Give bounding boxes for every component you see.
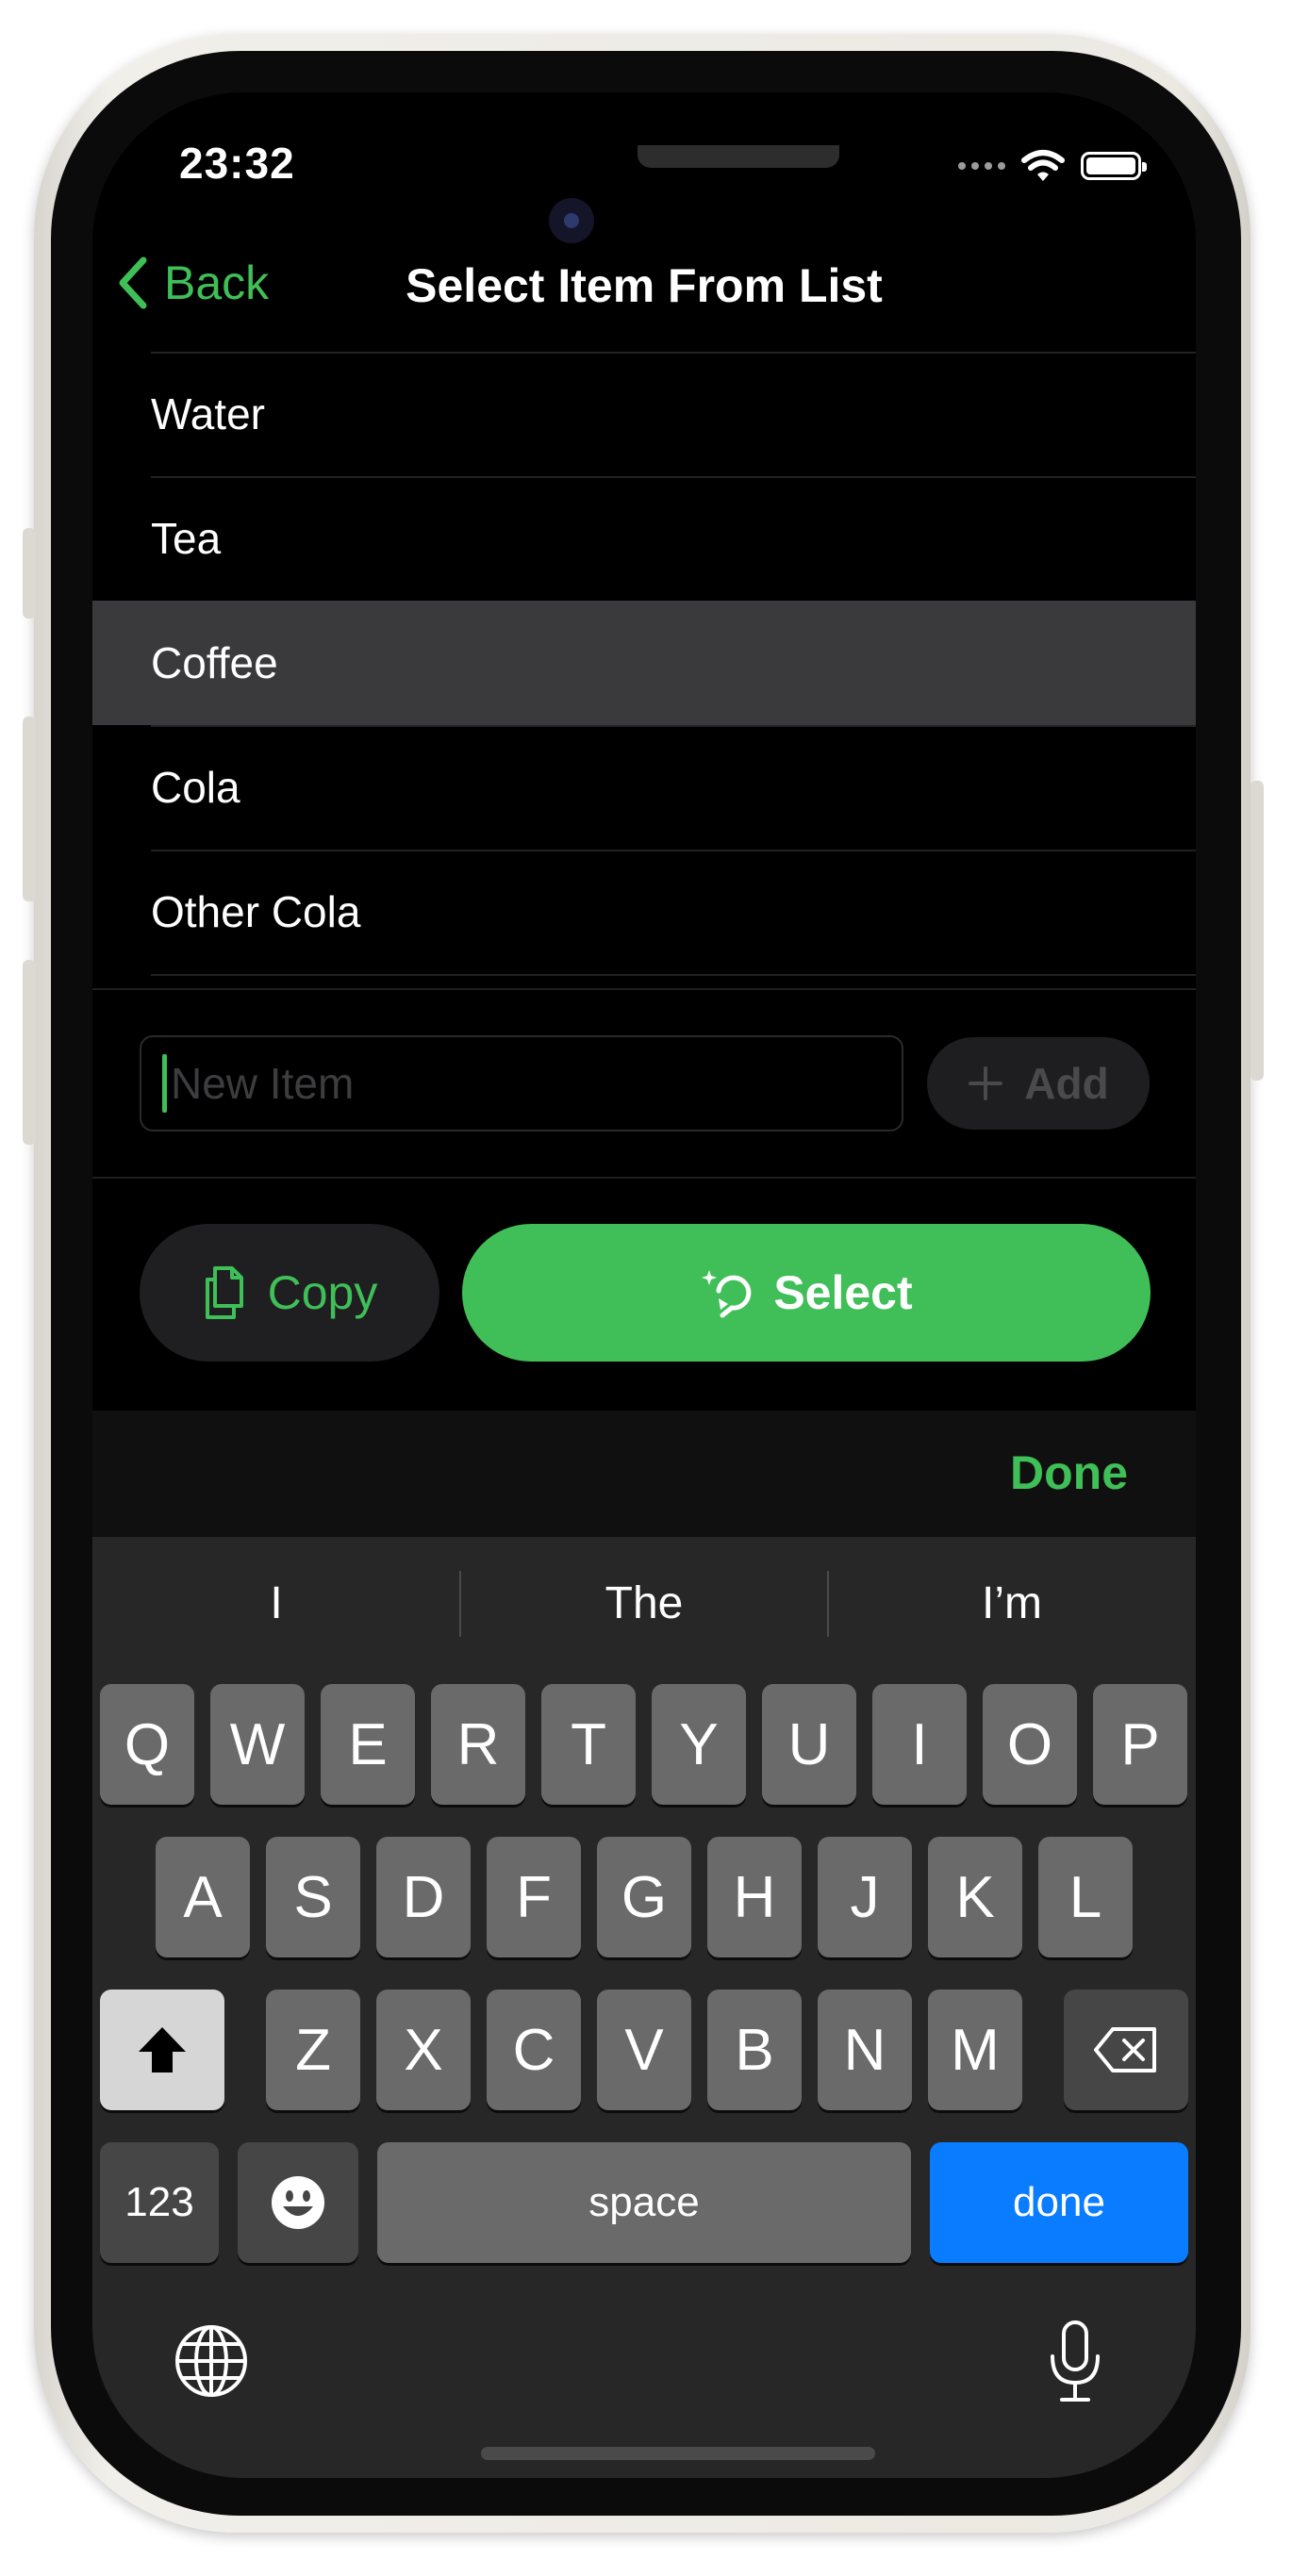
dictation-button[interactable] [1045,2320,1105,2404]
status-time: 23:32 [179,139,295,188]
list-item-label: Coffee [151,638,278,687]
key-x[interactable]: X [376,1990,471,2110]
globe-icon [175,2325,247,2397]
key-k[interactable]: K [928,1837,1022,1957]
list-item-label: Cola [151,763,240,812]
key-l[interactable]: L [1038,1837,1133,1957]
key-p[interactable]: P [1093,1684,1187,1805]
backspace-icon [1094,2027,1156,2072]
list-item-cola[interactable]: Cola [92,725,1196,850]
screen: 23:32 Back Select Item From List Water T… [92,92,1196,2478]
text-caret [162,1054,167,1113]
key-u[interactable]: U [762,1684,856,1805]
suggestion-1[interactable]: I [92,1567,460,1641]
battery-icon [1081,152,1147,180]
key-t[interactable]: T [541,1684,636,1805]
key-c[interactable]: C [487,1990,581,2110]
key-e[interactable]: E [321,1684,415,1805]
key-s[interactable]: S [266,1837,360,1957]
emoji-key[interactable] [238,2142,358,2263]
key-j[interactable]: J [818,1837,912,1957]
cellular-signal-icon [958,162,1005,170]
item-list: Water Tea Coffee Cola Other Cola [92,352,1196,974]
suggestion-bar: I The I’m [92,1567,1196,1641]
globe-button[interactable] [172,2321,251,2401]
key-m[interactable]: M [928,1990,1022,2110]
key-y[interactable]: Y [652,1684,746,1805]
list-item-coffee[interactable]: Coffee [92,601,1196,725]
key-b[interactable]: B [707,1990,802,2110]
emoji-icon [272,2176,324,2229]
status-indicators [958,147,1147,185]
select-button[interactable]: Select [462,1224,1151,1362]
list-item-label: Tea [151,514,222,563]
key-z[interactable]: Z [266,1990,360,2110]
list-item-tea[interactable]: Tea [92,476,1196,601]
earpiece-speaker [638,145,839,168]
done-key[interactable]: done [930,2142,1188,2263]
key-v[interactable]: V [597,1990,691,2110]
key-h[interactable]: H [707,1837,802,1957]
suggestion-3[interactable]: I’m [828,1567,1196,1641]
accessory-done-button[interactable]: Done [1010,1445,1128,1500]
section-divider [92,1177,1196,1179]
backspace-key[interactable] [1064,1990,1188,2110]
numbers-key[interactable]: 123 [100,2142,219,2263]
key-g[interactable]: G [597,1837,691,1957]
wifi-icon [1021,150,1065,181]
key-a[interactable]: A [156,1837,250,1957]
key-d[interactable]: D [376,1837,471,1957]
add-button[interactable]: Add [927,1037,1150,1130]
key-f[interactable]: F [487,1837,581,1957]
shift-arrow-icon [139,2027,186,2072]
list-item-other-cola[interactable]: Other Cola [92,850,1196,974]
list-item-label: Water [151,389,265,438]
copy-doc-icon [205,1266,243,1319]
new-item-field[interactable]: New Item [140,1035,903,1131]
key-n[interactable]: N [818,1990,912,2110]
select-label: Select [773,1266,913,1319]
front-camera [549,198,594,243]
copy-label: Copy [267,1266,378,1319]
key-r[interactable]: R [431,1684,525,1805]
add-label: Add [1024,1059,1109,1108]
key-i[interactable]: I [872,1684,967,1805]
side-button-volume-up [23,717,36,901]
side-button-power [1251,781,1264,1081]
space-key[interactable]: space [377,2142,911,2263]
side-button-volume-down [23,960,36,1145]
new-item-placeholder: New Item [171,1059,355,1108]
select-sparkle-icon [702,1270,752,1318]
side-button-action [23,528,36,619]
key-w[interactable]: W [210,1684,305,1805]
section-divider [92,988,1196,990]
list-item-water[interactable]: Water [92,352,1196,476]
plus-icon [969,1066,1003,1100]
list-item-label: Other Cola [151,887,361,936]
key-q[interactable]: Q [100,1684,194,1805]
shift-key[interactable] [100,1990,224,2110]
list-divider [151,974,1196,976]
copy-button[interactable]: Copy [140,1224,439,1362]
microphone-icon [1051,2320,1100,2402]
page-title: Select Item From List [406,259,883,312]
suggestion-2[interactable]: The [460,1567,828,1641]
home-indicator[interactable] [481,2447,875,2460]
key-o[interactable]: O [983,1684,1077,1805]
